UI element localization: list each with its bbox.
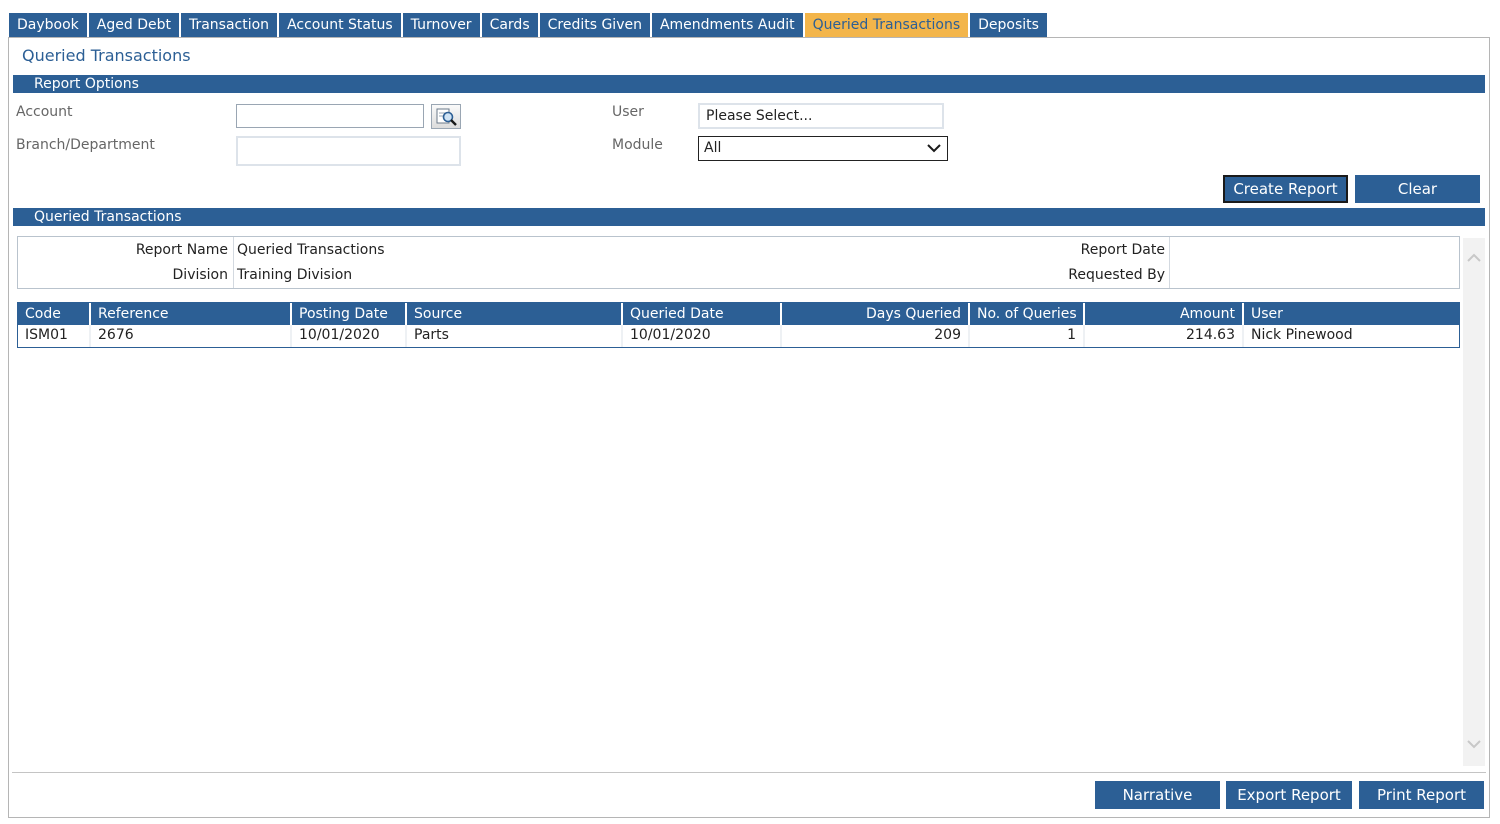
chevron-down-icon <box>927 144 941 153</box>
page-title: Queried Transactions <box>22 46 191 65</box>
report-tabs: Daybook Aged Debt Transaction Account St… <box>9 13 1049 37</box>
tab-credits-given[interactable]: Credits Given <box>539 13 650 37</box>
chevron-up-icon[interactable] <box>1466 252 1482 264</box>
results-scrollbar[interactable] <box>1463 238 1485 766</box>
branch-department-input[interactable] <box>236 136 461 166</box>
cell-source: Parts <box>407 325 623 347</box>
table-row[interactable]: ISM01 2676 10/01/2020 Parts 10/01/2020 2… <box>18 325 1459 347</box>
column-header-days-queried[interactable]: Days Queried <box>782 303 970 325</box>
magnifier-icon <box>436 108 457 126</box>
column-header-user[interactable]: User <box>1244 303 1459 325</box>
print-report-button[interactable]: Print Report <box>1359 781 1484 809</box>
report-info-box: Report Name Queried Transactions Divisio… <box>17 236 1460 289</box>
tab-transaction[interactable]: Transaction <box>180 13 278 37</box>
create-report-button[interactable]: Create Report <box>1223 175 1348 203</box>
requested-by-label: Requested By <box>1068 267 1165 283</box>
tab-cards[interactable]: Cards <box>481 13 538 37</box>
chevron-down-icon[interactable] <box>1466 738 1482 750</box>
report-options-header: Report Options <box>13 75 1485 93</box>
column-header-source[interactable]: Source <box>407 303 623 325</box>
tab-aged-debt[interactable]: Aged Debt <box>88 13 179 37</box>
table-header: Code Reference Posting Date Source Queri… <box>18 303 1459 325</box>
account-label: Account <box>16 104 73 120</box>
cell-days-queried: 209 <box>782 325 970 347</box>
cell-user: Nick Pinewood <box>1251 327 1353 343</box>
cell-amount: 214.63 <box>1085 325 1244 347</box>
module-select[interactable]: All <box>698 136 948 161</box>
column-header-code[interactable]: Code <box>18 303 91 325</box>
cell-code: ISM01 <box>18 325 91 347</box>
cell-no-of-queries: 1 <box>970 325 1085 347</box>
cell-reference: 2676 <box>91 325 292 347</box>
column-header-reference[interactable]: Reference <box>91 303 292 325</box>
user-label: User <box>612 104 644 120</box>
cell-posting-date: 10/01/2020 <box>292 325 407 347</box>
user-select[interactable]: Please Select... <box>698 103 944 129</box>
division-label: Division <box>172 267 228 283</box>
column-header-posting-date[interactable]: Posting Date <box>292 303 407 325</box>
module-label: Module <box>612 137 663 153</box>
branch-department-label: Branch/Department <box>16 137 155 153</box>
division-value: Training Division <box>237 267 353 283</box>
tab-deposits[interactable]: Deposits <box>970 13 1047 37</box>
tab-amendments-audit[interactable]: Amendments Audit <box>651 13 803 37</box>
tab-turnover[interactable]: Turnover <box>402 13 480 37</box>
cell-queried-date: 10/01/2020 <box>623 325 782 347</box>
report-date-label: Report Date <box>1080 242 1165 258</box>
results-header: Queried Transactions <box>13 208 1485 226</box>
column-header-queried-date[interactable]: Queried Date <box>623 303 782 325</box>
report-name-value: Queried Transactions <box>237 242 385 258</box>
footer-divider <box>12 772 1486 773</box>
report-name-label: Report Name <box>135 242 228 258</box>
module-select-value: All <box>704 140 722 156</box>
queried-transactions-table: Code Reference Posting Date Source Queri… <box>17 302 1460 348</box>
column-header-no-of-queries[interactable]: No. of Queries <box>970 303 1085 325</box>
narrative-button[interactable]: Narrative <box>1095 781 1220 809</box>
clear-button[interactable]: Clear <box>1355 175 1480 203</box>
info-divider <box>1169 237 1170 288</box>
account-input[interactable] <box>236 104 424 128</box>
column-header-amount[interactable]: Amount <box>1085 303 1244 325</box>
export-report-button[interactable]: Export Report <box>1226 781 1352 809</box>
tab-queried-transactions[interactable]: Queried Transactions <box>804 13 969 37</box>
tab-account-status[interactable]: Account Status <box>279 13 401 37</box>
tab-daybook[interactable]: Daybook <box>9 13 87 37</box>
account-lookup-button[interactable] <box>431 104 461 129</box>
info-divider <box>233 237 234 288</box>
